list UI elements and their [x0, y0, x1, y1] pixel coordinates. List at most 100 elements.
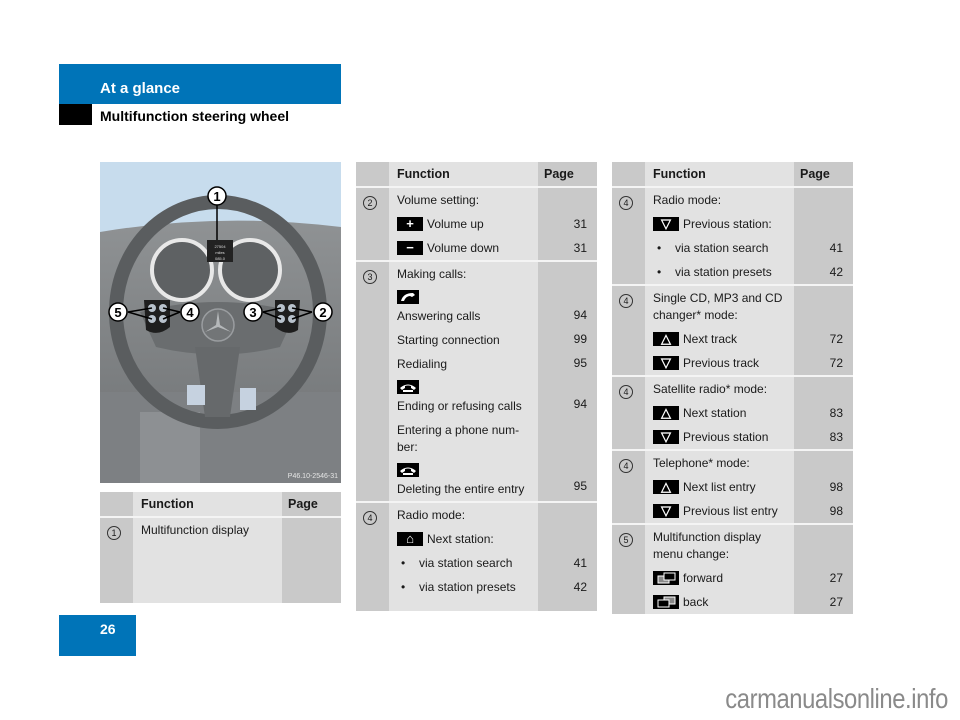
group-title: Radio mode: [397, 508, 466, 522]
callout-4: 4 [186, 305, 194, 320]
table-row: 2 Volume setting: + Volume up − Volume dow… [356, 187, 597, 261]
function-label: forward [683, 571, 724, 585]
callout-number: 2 [363, 196, 377, 210]
function-label: Next track [683, 332, 738, 346]
page-ref[interactable]: 41 [538, 551, 587, 575]
page-ref[interactable]: 94 [538, 392, 587, 416]
function-label: Ending or refusing calls [397, 399, 522, 413]
display-back-icon [653, 595, 679, 609]
section-title: At a glance [100, 80, 181, 97]
table-row: 4 Radio mode: ⌂ Next station: • via statio… [356, 501, 597, 611]
page-ref[interactable]: 72 [794, 327, 843, 351]
page-ref[interactable]: 42 [794, 260, 843, 284]
function-label: Previous station [683, 430, 769, 444]
page-ref[interactable]: 99 [538, 327, 587, 351]
page-ref[interactable]: 83 [794, 401, 843, 425]
callout-2: 2 [319, 305, 326, 320]
arrow-up-icon: ⌂ [397, 532, 423, 546]
page-ref[interactable]: 72 [794, 351, 843, 375]
callout-number: 3 [363, 270, 377, 284]
steering-wheel-illustration: 27504 miles 085.0 1 5 4 3 2 P46.10-2546-… [100, 162, 341, 483]
page-ref[interactable]: 27 [794, 566, 843, 590]
display-line-3: 085.0 [215, 256, 226, 261]
function-label: Volume down [427, 241, 500, 255]
arrow-down-icon: ▽ [653, 356, 679, 370]
table-row: 4 Telephone* mode: △ Next list entry ▽ Pre… [612, 449, 853, 524]
function-label: Deleting the entire entry [397, 482, 525, 496]
function-label: Next station: [427, 532, 494, 546]
bullet: • [401, 556, 406, 570]
callout-number: 4 [619, 459, 633, 473]
header-function: Function [133, 492, 282, 518]
watermark: carmanualsonline.info [725, 683, 948, 714]
function-label: Answering calls [397, 309, 481, 323]
page-ref[interactable]: 31 [538, 236, 587, 260]
group-title: Single CD, MP3 and CD changer* mode: [653, 291, 783, 322]
function-label: Multifunction display [141, 523, 250, 537]
phone-hangup-icon [397, 463, 419, 477]
function-label: Entering a phone num-ber: [397, 423, 520, 454]
arrow-down-icon: ▽ [653, 504, 679, 518]
group-title: Multifunction display menu change: [653, 530, 762, 561]
subsection-marker [59, 104, 92, 125]
bullet: • [401, 580, 406, 594]
table-row: 4 Radio mode: ▽ Previous station: • via st… [612, 187, 853, 285]
page-number-box [59, 615, 136, 656]
function-label: Next list entry [683, 480, 756, 494]
page-ref[interactable]: 98 [794, 499, 843, 523]
function-label: Previous track [683, 356, 760, 370]
header-function: Function [645, 162, 794, 188]
bullet: • [657, 241, 662, 255]
page-ref[interactable]: 42 [538, 575, 587, 599]
function-table-1: Function Page 1 Multifunction display [100, 492, 341, 603]
phone-answer-icon [397, 290, 419, 304]
arrow-up-icon: △ [653, 406, 679, 420]
function-label: Redialing [397, 357, 448, 371]
function-label: via station search [419, 556, 513, 570]
table-row: 5 Multifunction display menu change: for… [612, 523, 853, 614]
function-label: via station presets [675, 265, 772, 279]
table-row: 4 Satellite radio* mode: △ Next station ▽… [612, 375, 853, 450]
arrow-up-icon: △ [653, 480, 679, 494]
display-line-2: miles [215, 250, 224, 255]
page-ref[interactable]: 41 [794, 236, 843, 260]
function-label: Previous list entry [683, 504, 778, 518]
group-title: Making calls: [397, 267, 467, 281]
page-number: 26 [100, 621, 116, 637]
function-label: Previous station: [683, 217, 772, 231]
callout-3: 3 [249, 305, 256, 320]
figure-code: P46.10-2546-31 [288, 473, 338, 480]
phone-hangup-icon [397, 380, 419, 394]
function-label: Volume up [427, 217, 484, 231]
arrow-down-icon: ▽ [653, 217, 679, 231]
group-title: Volume setting: [397, 193, 480, 207]
plus-icon: + [397, 217, 423, 231]
display-line-1: 27504 [214, 244, 226, 249]
page-ref[interactable]: 95 [538, 474, 587, 498]
header-page: Page [794, 162, 853, 188]
page-ref[interactable]: 94 [538, 303, 587, 327]
page-ref[interactable]: 31 [538, 212, 587, 236]
arrow-down-icon: ▽ [653, 430, 679, 444]
function-label: via station search [675, 241, 769, 255]
header-page: Page [282, 492, 341, 518]
function-table-3: Function Page 4 Radio mode: ▽ Previous st… [612, 162, 853, 614]
display-forward-icon [653, 571, 679, 585]
page-ref[interactable]: 95 [538, 351, 587, 375]
minus-icon: − [397, 241, 423, 255]
function-label: via station presets [419, 580, 516, 594]
function-label: back [683, 595, 709, 609]
callout-5: 5 [114, 305, 121, 320]
page-ref[interactable]: 83 [794, 425, 843, 449]
callout-number: 4 [619, 196, 633, 210]
callout-number: 4 [619, 385, 633, 399]
page-ref[interactable]: 27 [794, 590, 843, 614]
subsection-title: Multifunction steering wheel [100, 108, 290, 124]
table-row: 4 Single CD, MP3 and CD changer* mode: △… [612, 284, 853, 376]
callout-1: 1 [213, 189, 220, 204]
callout-number: 1 [107, 526, 121, 540]
callout-number: 4 [619, 294, 633, 308]
page-ref[interactable]: 98 [794, 475, 843, 499]
callout-number: 4 [363, 511, 377, 525]
group-title: Radio mode: [653, 193, 722, 207]
